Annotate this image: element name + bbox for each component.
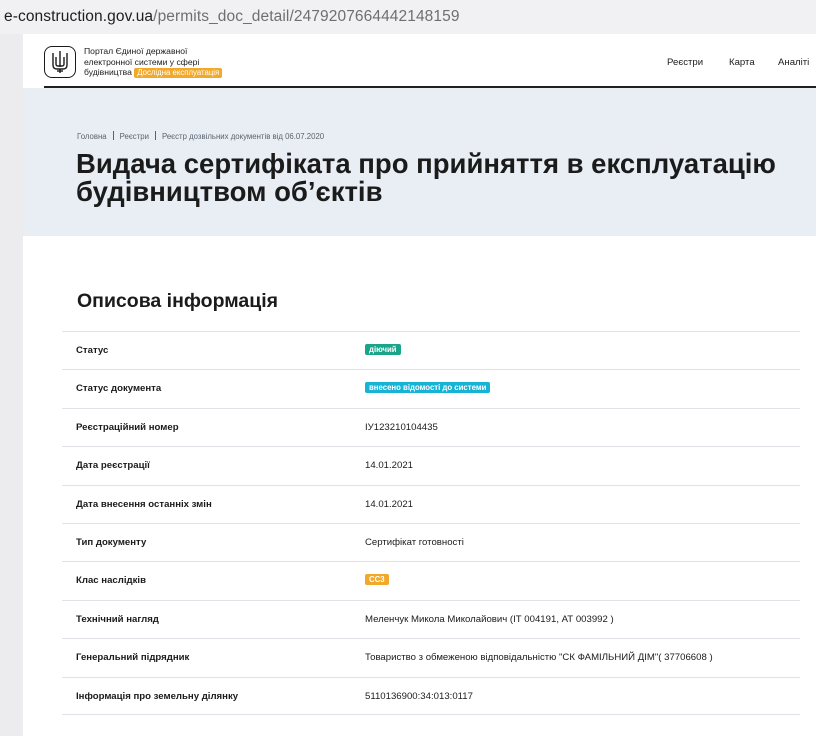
detail-label: Реєстраційний номер: [76, 421, 179, 433]
detail-row-general-contractor: Генеральний підрядник Товариство з обмеж…: [62, 638, 800, 676]
detail-label: Дата реєстрації: [76, 460, 150, 472]
consequence-class-badge: СС3: [365, 574, 389, 586]
breadcrumb-home[interactable]: Головна: [77, 132, 107, 141]
nav-analytics[interactable]: Аналіті: [778, 57, 809, 68]
detail-value: 14.01.2021: [365, 498, 414, 510]
trident-logo-icon[interactable]: [44, 46, 76, 78]
detail-row-registration-date: Дата реєстрації 14.01.2021: [62, 446, 800, 484]
beta-badge: Дослідна експлуатація: [134, 68, 223, 79]
breadcrumb-permits-registry[interactable]: Реєстр дозвільних документів від 06.07.2…: [162, 132, 324, 141]
detail-value: Товариство з обмеженою відповідальністю …: [365, 652, 713, 664]
detail-label: Клас наслідків: [76, 575, 146, 587]
breadcrumb-separator: [154, 131, 156, 140]
portal-line-1: Портал Єдиної державної: [84, 46, 188, 56]
detail-label: Тип документу: [76, 536, 147, 548]
detail-row-last-change-date: Дата внесення останніх змін 14.01.2021: [62, 484, 800, 523]
page-title-line-2: будівництвом об’єктів: [76, 176, 383, 207]
detail-row-document-status: Статус документа внесено відомості до си…: [62, 369, 800, 407]
detail-row-consequence-class: Клас наслідків СС3: [62, 561, 800, 599]
portal-line-3: будівництва: [84, 67, 132, 78]
detail-row-registration-number: Реєстраційний номер ІУ123210104435: [62, 407, 800, 446]
detail-label: Інформація про земельну ділянку: [76, 690, 239, 702]
detail-value: 14.01.2021: [365, 460, 414, 472]
detail-row-technical-supervision: Технічний нагляд Меленчук Микола Миколай…: [62, 599, 800, 638]
url-host: e-construction.gov.ua: [4, 8, 154, 25]
document-status-badge: внесено відомості до системи: [365, 382, 491, 394]
portal-line-2: електронної системи у сфері: [84, 56, 200, 67]
detail-value: Меленчук Микола Миколайович (ІТ 004191, …: [365, 613, 614, 625]
detail-label: Статус документа: [76, 383, 162, 395]
detail-row-land-plot: Інформація про земельну ділянку 51101369…: [62, 676, 800, 715]
breadcrumb: Головна Реєстри Реєстр дозвільних документ…: [77, 131, 324, 141]
status-badge: діючий: [365, 344, 401, 355]
address-bar[interactable]: e-construction.gov.ua/permits_doc_detail…: [0, 0, 816, 34]
page-title-line-1: Видача сертифіката про прийняття в експл…: [76, 148, 776, 179]
detail-label: Статус: [76, 345, 109, 356]
detail-value: 5110136900:34:013:0117: [365, 690, 473, 702]
breadcrumb-registries[interactable]: Реєстри: [120, 132, 149, 141]
breadcrumb-separator: [112, 131, 114, 140]
nav-registries[interactable]: Реєстри: [667, 57, 703, 68]
detail-value: Сертифікат готовності: [365, 536, 464, 548]
portal-name[interactable]: Портал Єдиної державної електронної сист…: [84, 46, 223, 79]
detail-value: ІУ123210104435: [365, 421, 438, 433]
detail-label: Генеральний підрядник: [76, 652, 190, 664]
left-gutter: [0, 34, 23, 736]
detail-label: Дата внесення останніх змін: [76, 498, 212, 510]
nav-map[interactable]: Карта: [729, 57, 755, 68]
section-title: Описова інформація: [77, 290, 279, 312]
detail-row-status: Статус діючий: [62, 331, 800, 369]
detail-label: Технічний нагляд: [76, 613, 159, 625]
details-table: Статус діючий Статус документа внесено в…: [62, 331, 800, 715]
url-path: /permits_doc_detail/2479207664442148159: [153, 8, 460, 25]
detail-row-document-type: Тип документу Сертифікат готовності: [62, 522, 800, 561]
page-title: Видача сертифіката про прийняття в експл…: [76, 150, 816, 206]
